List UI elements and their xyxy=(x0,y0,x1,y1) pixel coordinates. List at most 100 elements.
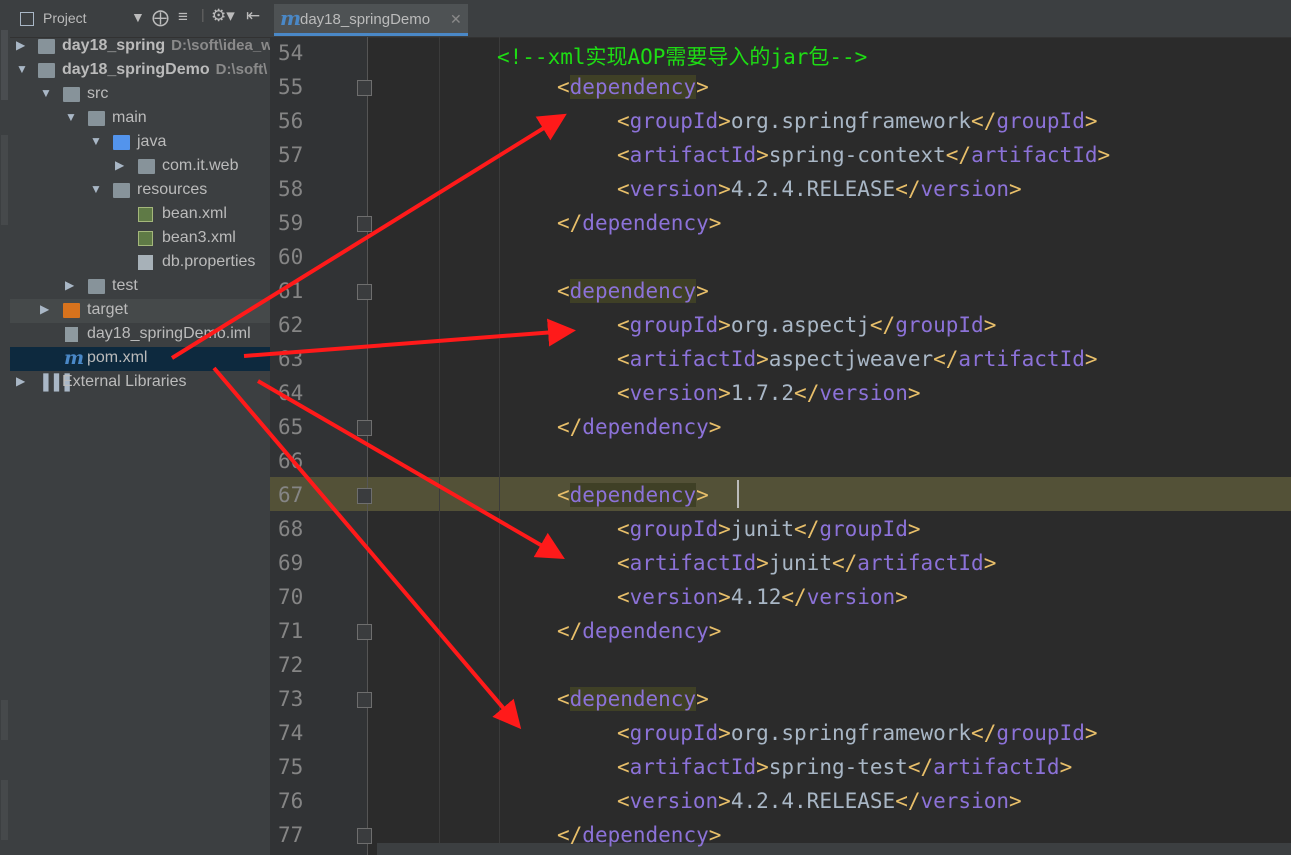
code-line: <groupId>junit</groupId> xyxy=(617,517,921,541)
fold-marker-icon[interactable] xyxy=(357,692,372,708)
line-number: 67 xyxy=(278,483,304,507)
code-line: <version>4.2.4.RELEASE</version> xyxy=(617,789,1022,813)
code-line: <version>4.2.4.RELEASE</version> xyxy=(617,177,1022,201)
source-folder-icon xyxy=(113,135,130,150)
collapse-arrow-icon[interactable]: ▼ xyxy=(90,134,102,148)
line-number: 63 xyxy=(278,347,304,371)
code-line: <groupId>org.springframework</groupId> xyxy=(617,109,1098,133)
hide-panel-icon[interactable]: ⇤ xyxy=(246,6,260,26)
tree-item-src[interactable]: ▼ src xyxy=(10,83,270,107)
favorites-tool-tab[interactable] xyxy=(1,700,8,740)
line-number: 61 xyxy=(278,279,304,303)
tree-item-bean-xml[interactable]: bean.xml xyxy=(10,203,270,227)
maven-icon: m xyxy=(64,347,85,369)
text-caret xyxy=(737,480,739,508)
expand-arrow-icon[interactable]: ▶ xyxy=(115,158,124,172)
toolbar-separator: | xyxy=(201,6,205,22)
code-line: <version>4.12</version> xyxy=(617,585,908,609)
line-number: 70 xyxy=(278,585,304,609)
code-editor[interactable]: m day18_springDemo ✕ 54 <!--xml实现AOP需要导入的… xyxy=(270,0,1291,855)
tree-item-pom-xml[interactable]: m pom.xml xyxy=(10,347,270,371)
editor-tab-pom[interactable]: m day18_springDemo ✕ xyxy=(274,4,468,36)
tree-item-label: test xyxy=(112,277,138,294)
project-view-icon xyxy=(20,12,34,26)
code-line: <artifactId>aspectjweaver</artifactId> xyxy=(617,347,1098,371)
collapse-arrow-icon[interactable]: ▼ xyxy=(40,86,52,100)
code-line: <artifactId>junit</artifactId> xyxy=(617,551,997,575)
fold-marker-icon[interactable] xyxy=(357,284,372,300)
locate-file-icon[interactable]: ⨁ xyxy=(152,8,169,28)
tree-item-label: db.properties xyxy=(162,253,256,270)
iml-file-icon xyxy=(65,327,78,342)
tree-item-label: target xyxy=(87,301,128,318)
line-number: 64 xyxy=(278,381,304,405)
tree-item-com-it-web[interactable]: ▶ com.it.web xyxy=(10,155,270,179)
code-line: <artifactId>spring-test</artifactId> xyxy=(617,755,1073,779)
line-number: 71 xyxy=(278,619,304,643)
maven-icon: m xyxy=(280,6,302,30)
gear-icon[interactable]: ⚙▾ xyxy=(211,6,235,26)
line-number: 57 xyxy=(278,143,304,167)
tree-item-label: day18_spring xyxy=(62,37,166,54)
tree-item-bean3-xml[interactable]: bean3.xml xyxy=(10,227,270,251)
tree-item-iml[interactable]: day18_springDemo.iml xyxy=(10,323,270,347)
line-number: 74 xyxy=(278,721,304,745)
collapse-arrow-icon[interactable]: ▼ xyxy=(16,62,28,76)
tab-label: day18_springDemo xyxy=(300,11,431,28)
fold-marker-icon[interactable] xyxy=(357,828,372,844)
line-number: 54 xyxy=(278,41,304,65)
line-number: 62 xyxy=(278,313,304,337)
line-number: 68 xyxy=(278,517,304,541)
line-number: 60 xyxy=(278,245,304,269)
fold-marker-icon[interactable] xyxy=(357,624,372,640)
expand-arrow-icon[interactable]: ▶ xyxy=(65,278,74,292)
collapse-arrow-icon[interactable]: ▼ xyxy=(90,182,102,196)
fold-marker-icon[interactable] xyxy=(357,80,372,96)
fold-marker-icon[interactable] xyxy=(357,216,372,232)
web-tool-tab[interactable] xyxy=(1,780,8,840)
module-folder-icon xyxy=(38,39,55,54)
folder-icon xyxy=(88,111,105,126)
code-line: </dependency> xyxy=(557,823,722,847)
tree-item-external-libraries[interactable]: ▶ ▐▐▐ External Libraries xyxy=(10,371,270,395)
tree-item-label: java xyxy=(137,133,167,150)
code-line: </dependency> xyxy=(557,415,722,439)
fold-marker-icon[interactable] xyxy=(357,488,372,504)
gutter-divider xyxy=(367,37,368,855)
horizontal-scrollbar[interactable] xyxy=(377,843,1291,855)
xml-file-icon xyxy=(138,207,153,222)
view-dropdown-icon[interactable]: ▼ xyxy=(131,9,145,25)
tree-item-db-properties[interactable]: db.properties xyxy=(10,251,270,275)
code-line: </dependency> xyxy=(557,211,722,235)
tree-item-path: D:\soft\idea_w xyxy=(171,37,270,54)
tree-item-path: D:\soft\ xyxy=(215,61,268,78)
tree-item-test[interactable]: ▶ test xyxy=(10,275,270,299)
collapse-arrow-icon[interactable]: ▼ xyxy=(65,110,77,124)
tree-item-main[interactable]: ▼ main xyxy=(10,107,270,131)
fold-marker-icon[interactable] xyxy=(357,420,372,436)
code-line: </dependency> xyxy=(557,619,722,643)
code-line: <dependency> xyxy=(557,279,709,303)
tree-item-day18-spring[interactable]: ▶ day18_spring D:\soft\idea_w xyxy=(10,35,270,59)
project-view-title[interactable]: Project xyxy=(43,10,87,26)
expand-arrow-icon[interactable]: ▶ xyxy=(16,374,25,388)
tree-item-label: resources xyxy=(137,181,208,198)
tree-item-java[interactable]: ▼ java xyxy=(10,131,270,155)
project-tool-tab[interactable] xyxy=(1,30,8,100)
close-icon[interactable]: ✕ xyxy=(450,11,462,28)
tree-item-resources[interactable]: ▼ resources xyxy=(10,179,270,203)
code-line: <!--xml实现AOP需要导入的jar包--> xyxy=(497,45,868,69)
xml-file-icon xyxy=(138,231,153,246)
line-number: 76 xyxy=(278,789,304,813)
tree-item-label: External Libraries xyxy=(62,373,187,390)
indent-guide xyxy=(499,37,500,855)
expand-arrow-icon[interactable]: ▶ xyxy=(16,38,25,52)
tree-item-label: bean.xml xyxy=(162,205,227,222)
expand-arrow-icon[interactable]: ▶ xyxy=(40,302,49,316)
code-line: <artifactId>spring-context</artifactId> xyxy=(617,143,1111,167)
line-number: 65 xyxy=(278,415,304,439)
tree-item-target[interactable]: ▶ target xyxy=(10,299,270,323)
tree-item-day18-springdemo[interactable]: ▼ day18_springDemo D:\soft\ xyxy=(10,59,270,83)
structure-tool-tab[interactable] xyxy=(1,135,8,225)
collapse-all-icon[interactable]: ≡ xyxy=(178,7,188,27)
